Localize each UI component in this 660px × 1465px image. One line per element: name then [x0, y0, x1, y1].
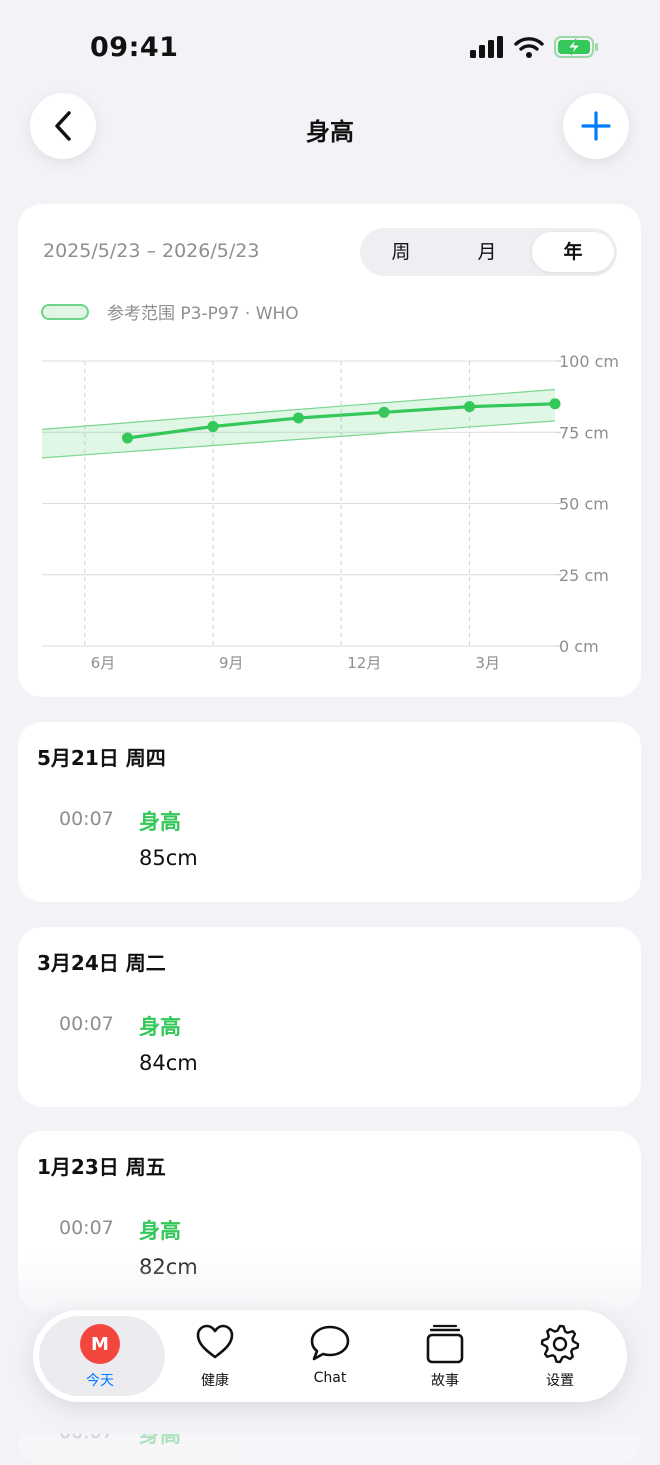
tab-bar: M 今天 健康 Chat 故事 设置 — [33, 1310, 627, 1402]
entry-type: 身高 — [139, 810, 181, 834]
tab-settings[interactable]: 设置 — [501, 1310, 619, 1402]
page-title: 身高 — [306, 118, 354, 146]
entry-value: 84cm — [139, 1051, 198, 1075]
data-point — [293, 412, 304, 424]
entry-type: 身高 — [139, 1015, 181, 1039]
entry-time: 00:07 — [59, 808, 114, 830]
tab-label: Chat — [313, 1370, 347, 1386]
tab-label: 今天 — [86, 1373, 114, 1389]
gear-icon — [540, 1324, 580, 1364]
entry-type: 身高 — [139, 1219, 181, 1243]
entry-time: 00:07 — [59, 1013, 114, 1035]
entry-date: 1月23日 周五 — [37, 1155, 166, 1179]
tab-chat[interactable]: Chat — [271, 1310, 389, 1402]
y-tick-label: 75 cm — [559, 423, 609, 442]
data-point — [122, 432, 133, 444]
x-tick-label: 9月 — [219, 654, 244, 672]
entry-card[interactable]: 5月21日 周四 00:07 身高 85cm — [18, 722, 641, 902]
wifi-icon — [514, 37, 544, 58]
battery-charging-icon — [554, 36, 598, 58]
cellular-signal-icon — [470, 36, 503, 58]
tab-today[interactable]: M 今天 — [41, 1310, 159, 1402]
tab-label: 设置 — [546, 1373, 574, 1389]
data-point — [464, 401, 475, 413]
entry-date: 5月21日 周四 — [37, 746, 166, 770]
tab-label: 健康 — [201, 1373, 229, 1389]
plus-icon — [581, 111, 611, 141]
y-tick-label: 100 cm — [559, 352, 619, 371]
y-tick-label: 50 cm — [559, 495, 609, 514]
x-tick-label: 3月 — [476, 654, 501, 672]
y-tick-label: 25 cm — [559, 566, 609, 585]
stack-icon — [426, 1324, 464, 1364]
add-button[interactable] — [563, 93, 629, 159]
avatar-icon: M — [80, 1324, 120, 1364]
data-point — [378, 406, 390, 418]
status-icons — [470, 36, 600, 58]
status-time: 09:41 — [90, 32, 179, 63]
data-point — [549, 398, 561, 410]
heart-icon — [196, 1324, 234, 1359]
entry-date: 3月24日 周二 — [37, 951, 166, 975]
entry-time: 00:07 — [59, 1217, 114, 1239]
x-tick-label: 12月 — [347, 654, 381, 672]
tab-health[interactable]: 健康 — [156, 1310, 274, 1402]
status-bar: 09:41 — [0, 0, 660, 96]
chart-card: 2025/5/23 – 2026/5/23 周 月 年 参考范围 P3-P97 … — [18, 204, 641, 697]
x-tick-label: 6月 — [91, 654, 116, 672]
chat-bubble-icon — [310, 1325, 350, 1361]
entry-card[interactable]: 3月24日 周二 00:07 身高 84cm — [18, 927, 641, 1107]
height-chart: 100 cm 75 cm 50 cm 25 cm 0 cm 6月 9月 12月 3月 — [41, 352, 619, 672]
entry-value: 85cm — [139, 846, 198, 870]
y-tick-label: 0 cm — [559, 637, 599, 656]
data-point — [207, 421, 219, 433]
tab-stories[interactable]: 故事 — [386, 1310, 504, 1402]
tab-label: 故事 — [431, 1373, 459, 1389]
